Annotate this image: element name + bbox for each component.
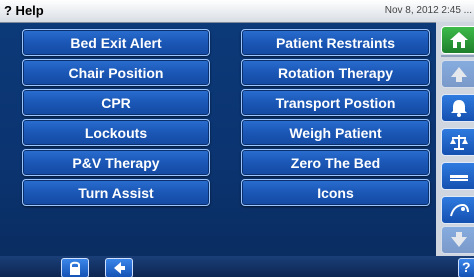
home-icon [450,32,468,48]
arrow-up-icon [451,67,467,82]
help-topic-button[interactable]: CPR [22,89,210,116]
help-topic-button[interactable]: Transport Postion [241,89,430,116]
back-button[interactable] [105,258,133,277]
date-time: Nov 8, 2012 2:45 ... [384,5,472,16]
help-topic-button[interactable]: Bed Exit Alert [22,29,210,56]
bed-position-button[interactable] [441,162,474,190]
bell-icon [451,100,467,117]
help-button[interactable]: ? [458,258,474,277]
scale-button[interactable] [441,128,474,156]
arrow-left-icon [114,262,125,274]
scroll-up-button[interactable] [441,60,474,88]
help-topic-button[interactable]: Rotation Therapy [241,59,430,86]
bed-icon [450,175,468,181]
alarm-button[interactable] [441,94,474,122]
help-topic-button[interactable]: Icons [241,179,430,206]
screen-title: ? Help [4,3,44,18]
scroll-down-button[interactable] [441,226,474,254]
lock-button[interactable] [61,258,89,277]
help-topic-button[interactable]: Zero The Bed [241,149,430,176]
help-topic-button[interactable]: Patient Restraints [241,29,430,56]
bed-control-screen: ? Help Nov 8, 2012 2:45 ... Bed Exit Ale… [0,0,474,277]
side-rail [436,22,474,256]
help-topic-button[interactable]: Lockouts [22,119,210,146]
help-topic-button[interactable]: Chair Position [22,59,210,86]
title-bar: ? Help Nov 8, 2012 2:45 ... [0,0,474,23]
patient-position-button[interactable] [441,196,474,224]
help-topic-button[interactable]: P&V Therapy [22,149,210,176]
lock-icon [70,261,80,275]
bottom-bar: ? [0,256,474,277]
home-button[interactable] [441,26,474,54]
help-icon: ? [462,259,471,275]
help-topic-button[interactable]: Turn Assist [22,179,210,206]
help-topic-button[interactable]: Weigh Patient [241,119,430,146]
scale-icon [450,135,468,150]
patient-icon [450,203,469,217]
arrow-down-icon [451,232,467,247]
rail-divider [441,55,474,57]
